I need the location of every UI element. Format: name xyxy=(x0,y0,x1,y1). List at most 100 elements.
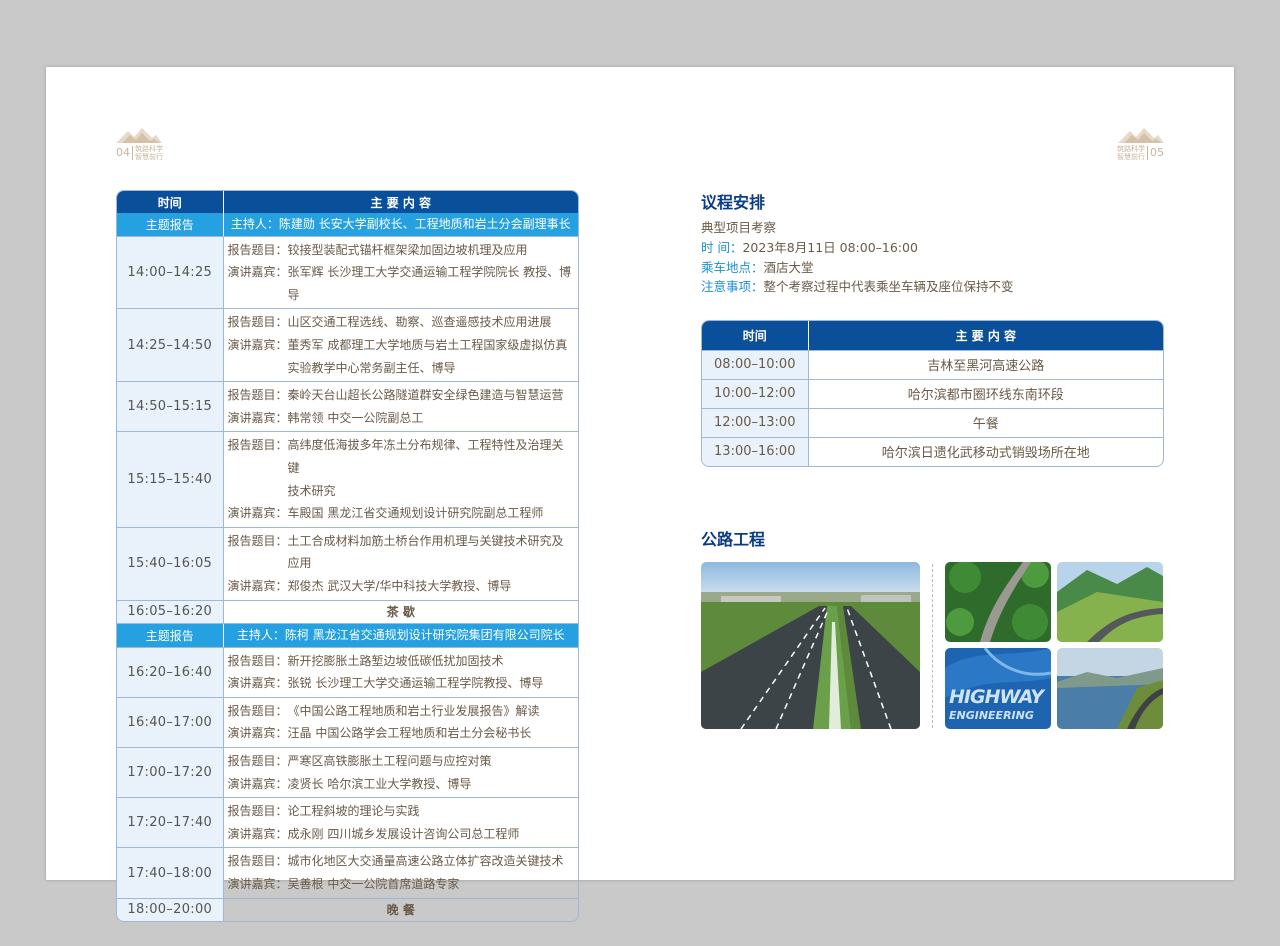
line-label: 演讲嘉宾： xyxy=(227,506,288,521)
line-text: 山区交通工程选线、勘察、巡查遥感技术应用进展 xyxy=(287,315,552,330)
line-label: 报告题目： xyxy=(227,242,288,257)
visit-row: 08:00–10:00 吉林至黑河高速公路 xyxy=(702,350,1163,380)
photo-caption-highway: HIGHWAY xyxy=(949,686,1044,708)
time-cell: 主题报告 xyxy=(117,213,224,237)
info-pickup: 乘车地点：酒店大堂 xyxy=(701,259,814,275)
header-time: 时间 xyxy=(117,191,224,213)
visit-row: 13:00–16:00 哈尔滨日遗化武移动式销毁场所在地 xyxy=(702,437,1163,466)
talk-line: 演讲嘉宾： 张军辉 长沙理工大学交通运输工程学院院长 教授、博导 xyxy=(228,261,575,306)
talk-line: 技术研究 xyxy=(228,480,575,503)
line-text: 城市化地区大交通量高速公路立体扩容改造关键技术 xyxy=(287,854,564,869)
content-cell: 主持人：陈柯 黑龙江省交通规划设计研究院集团有限公司院长 xyxy=(223,623,578,648)
slogan-line-1: 筑路科学 xyxy=(135,145,163,153)
line-label: 报告题目： xyxy=(227,703,288,718)
line-label: 演讲嘉宾： xyxy=(227,826,288,841)
break-row: 16:05–16:20 茶 歇 xyxy=(117,600,578,625)
line-text: 张军辉 长沙理工大学交通运输工程学院院长 教授、博导 xyxy=(287,265,572,302)
talk-row: 14:00–14:25 报告题目： 铰接型装配式锚杆框架梁加固边坡机理及应用 演讲嘉宾… xyxy=(117,236,578,310)
content-cell: 午餐 xyxy=(808,408,1163,438)
talk-row: 14:50–15:15 报告题目： 秦岭天台山超长公路隧道群安全绿色建造与智慧运营演… xyxy=(117,381,578,433)
talk-line: 演讲嘉宾： 车殿国 黑龙江省交通规划设计研究院副总工程师 xyxy=(228,502,575,525)
line-text: 车殿国 黑龙江省交通规划设计研究院副总工程师 xyxy=(287,506,544,521)
content-cell: 吉林至黑河高速公路 xyxy=(808,350,1163,380)
time-cell: 17:00–17:20 xyxy=(117,747,224,799)
break-row: 18:00–20:00 晚 餐 xyxy=(117,898,578,922)
talk-row: 15:40–16:05 报告题目： 土工合成材料加筋土桥台作用机理与关键技术研究及应… xyxy=(117,527,578,601)
line-text: 郑俊杰 武汉大学/华中科技大学教授、博导 xyxy=(287,578,512,593)
talk-row: 17:20–17:40 报告题目： 论工程斜坡的理论与实践 演讲嘉宾： 成永刚 四川城乡… xyxy=(117,797,578,849)
content-cell: 报告题目： 秦岭天台山超长公路隧道群安全绿色建造与智慧运营 演讲嘉宾： 韩常领 中交一… xyxy=(223,381,578,433)
talk-line: 实验教学中心常务副主任、博导 xyxy=(228,357,575,380)
content-cell: 哈尔滨都市圈环线东南环段 xyxy=(808,379,1163,409)
line-label: 演讲嘉宾： xyxy=(227,776,288,791)
photo-caption-engineering: ENGINEERING xyxy=(949,709,1034,722)
talk-line: 演讲嘉宾： 成永刚 四川城乡发展设计咨询公司总工程师 xyxy=(228,823,575,846)
talk-row: 17:00–17:20 报告题目： 严寒区高铁膨胀土工程问题与应控对策 演讲嘉宾： 凌贤… xyxy=(117,747,578,799)
content-cell: 茶 歇 xyxy=(223,600,578,625)
talk-row: 15:15–15:40 报告题目： 高纬度低海拔多年冻土分布规律、工程特性及治理关键… xyxy=(117,431,578,528)
talk-line: 报告题目： 新开挖膨胀土路堑边坡低碳低扰加固技术 xyxy=(228,650,575,673)
line-text: 土工合成材料加筋土桥台作用机理与关键技术研究及应用 xyxy=(287,533,564,571)
line-text: 张锐 长沙理工大学交通运输工程学院教授、博导 xyxy=(287,676,544,691)
time-cell: 17:20–17:40 xyxy=(117,797,224,849)
line-label: 演讲嘉宾： xyxy=(227,265,288,280)
content-cell: 报告题目： 严寒区高铁膨胀土工程问题与应控对策 演讲嘉宾： 凌贤长 哈尔滨工业大学教授… xyxy=(223,747,578,799)
photo-divider xyxy=(932,564,933,728)
time-cell: 13:00–16:00 xyxy=(702,437,809,466)
time-cell: 08:00–10:00 xyxy=(702,350,809,380)
visit-row: 12:00–13:00 午餐 xyxy=(702,408,1163,438)
content-cell: 晚 餐 xyxy=(386,902,415,917)
info-time: 时 间：2023年8月11日 08:00–16:00 xyxy=(701,239,918,255)
line-text: 实验教学中心常务副主任、博导 xyxy=(287,360,456,375)
header-time: 时间 xyxy=(702,321,809,351)
mountain-icon xyxy=(116,128,162,143)
time-cell: 14:50–15:15 xyxy=(117,381,224,433)
line-label: 演讲嘉宾： xyxy=(227,337,288,352)
line-text: 新开挖膨胀土路堑边坡低碳低扰加固技术 xyxy=(287,653,504,668)
time-cell: 16:40–17:00 xyxy=(117,697,224,749)
talk-line: 演讲嘉宾： 吴善根 中交一公院首席道路专家 xyxy=(228,873,575,896)
visit-info: 典型项目考察 时 间：2023年8月11日 08:00–16:00 乘车地点：酒… xyxy=(701,218,1014,297)
content-cell: 报告题目： 铰接型装配式锚杆框架梁加固边坡机理及应用 演讲嘉宾： 张军辉 长沙理工大学… xyxy=(223,236,578,310)
highway-title: 公路工程 xyxy=(701,530,766,549)
highway-engineering-photo: HIGHWAY ENGINEERING xyxy=(945,648,1051,729)
time-cell: 16:20–16:40 xyxy=(117,647,224,698)
talk-line: 演讲嘉宾： 韩常领 中交一公院副总工 xyxy=(228,407,575,430)
talk-line: 报告题目： 论工程斜坡的理论与实践 xyxy=(228,800,575,823)
talk-line: 演讲嘉宾： 张锐 长沙理工大学交通运输工程学院教授、博导 xyxy=(228,672,575,695)
line-text: 汪晶 中国公路学会工程地质和岩土分会秘书长 xyxy=(287,726,532,741)
time-cell: 15:40–16:05 xyxy=(117,527,224,601)
talk-line: 演讲嘉宾： 郑俊杰 武汉大学/华中科技大学教授、博导 xyxy=(228,575,575,598)
line-label: 演讲嘉宾： xyxy=(227,877,288,892)
line-label: 演讲嘉宾： xyxy=(227,410,288,425)
talk-line: 演讲嘉宾： 凌贤长 哈尔滨工业大学教授、博导 xyxy=(228,773,575,796)
visit-row: 10:00–12:00 哈尔滨都市圈环线东南环段 xyxy=(702,379,1163,409)
talk-line: 演讲嘉宾： 董秀军 成都理工大学地质与岩土工程国家级虚拟仿真 xyxy=(228,334,575,357)
time-cell: 12:00–13:00 xyxy=(702,408,809,438)
line-text: 董秀军 成都理工大学地质与岩土工程国家级虚拟仿真 xyxy=(287,337,568,352)
visit-subtitle: 典型项目考察 xyxy=(701,220,777,235)
talk-line: 报告题目： 山区交通工程选线、勘察、巡查遥感技术应用进展 xyxy=(228,311,575,334)
slogan-line-2: 智慧前行 xyxy=(135,153,163,161)
talk-line: 报告题目： 秦岭天台山超长公路隧道群安全绿色建造与智慧运营 xyxy=(228,384,575,407)
brochure-spread: 04 筑路科学 智慧前行 筑路科学 智慧前行 05 时间 主 要 内 容 主题报… xyxy=(46,67,1234,923)
content-cell: 报告题目： 土工合成材料加筋土桥台作用机理与关键技术研究及应用 演讲嘉宾： 郑俊杰 武… xyxy=(223,527,578,601)
slogan-line-1: 筑路科学 xyxy=(1117,145,1145,153)
talk-line: 演讲嘉宾： 汪晶 中国公路学会工程地质和岩土分会秘书长 xyxy=(228,722,575,745)
line-text: 论工程斜坡的理论与实践 xyxy=(287,804,420,819)
line-text: 秦岭天台山超长公路隧道群安全绿色建造与智慧运营 xyxy=(287,388,564,403)
talk-row: 14:25–14:50 报告题目： 山区交通工程选线、勘察、巡查遥感技术应用进展 演讲… xyxy=(117,308,578,383)
talk-row: 16:40–17:00 报告题目： 《中国公路工程地质和岩土行业发展报告》解读演讲嘉… xyxy=(117,697,578,749)
header-content: 主 要 内 容 xyxy=(223,191,578,213)
line-label: 报告题目： xyxy=(227,653,288,668)
time-cell: 18:00–20:00 xyxy=(117,898,224,922)
line-text: 凌贤长 哈尔滨工业大学教授、博导 xyxy=(287,776,472,791)
line-text: 《中国公路工程地质和岩土行业发展报告》解读 xyxy=(287,703,540,718)
agenda-title: 议程安排 xyxy=(701,193,766,212)
content-cell: 报告题目： 山区交通工程选线、勘察、巡查遥感技术应用进展 演讲嘉宾： 董秀军 成都理工… xyxy=(223,308,578,383)
left-corner-logo: 04 筑路科学 智慧前行 xyxy=(116,127,163,161)
line-label: 演讲嘉宾： xyxy=(227,676,288,691)
site-visit-table: 时间 主 要 内 容 08:00–10:00 吉林至黑河高速公路 10:00–12:… xyxy=(701,320,1164,467)
talk-line: 报告题目： 城市化地区大交通量高速公路立体扩容改造关键技术 xyxy=(228,850,575,873)
content-cell: 报告题目： 《中国公路工程地质和岩土行业发展报告》解读演讲嘉宾： 汪晶 中国公路学会… xyxy=(223,697,578,749)
